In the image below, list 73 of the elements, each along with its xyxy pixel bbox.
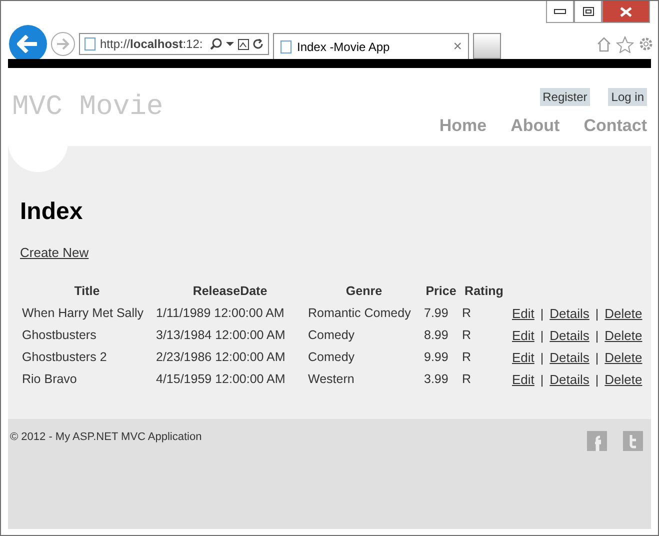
table-cell-text: Comedy bbox=[307, 327, 356, 344]
page-icon bbox=[84, 37, 96, 51]
minimize-button[interactable] bbox=[546, 1, 574, 23]
copyright-text: © 2012 - My ASP.NET MVC Application bbox=[10, 431, 202, 445]
action-link[interactable]: Details bbox=[550, 328, 590, 342]
new-tab-button[interactable] bbox=[473, 33, 501, 59]
forward-button[interactable] bbox=[51, 32, 75, 56]
refresh-icon bbox=[253, 38, 264, 50]
table-cell-text: 7.99 bbox=[423, 305, 450, 322]
dropdown-icon bbox=[226, 42, 234, 46]
star-icon[interactable] bbox=[616, 36, 634, 52]
arrow-left-icon bbox=[17, 35, 39, 53]
close-icon bbox=[620, 6, 632, 16]
action-link[interactable]: Edit bbox=[512, 328, 534, 342]
table-cell-text: Ghostbusters 2 bbox=[21, 349, 108, 366]
action-link[interactable]: Delete bbox=[604, 328, 642, 342]
table-cell-text: Western bbox=[307, 371, 356, 388]
table-cell-text: R bbox=[461, 349, 472, 366]
table-cell-text: 8.99 bbox=[423, 327, 450, 344]
compatibility-icon bbox=[238, 38, 249, 50]
separator: | bbox=[540, 328, 544, 342]
table-cell-text: Rio Bravo bbox=[21, 371, 78, 388]
table-cell-text: R bbox=[461, 327, 472, 344]
table-cell-text: 2/23/1986 12:00:00 AM bbox=[155, 349, 286, 366]
separator: | bbox=[595, 350, 599, 364]
table-cell-text: 9.99 bbox=[423, 349, 450, 366]
column-header: Rating bbox=[464, 283, 504, 300]
page-icon bbox=[280, 40, 292, 54]
page-heading: Index bbox=[20, 198, 84, 226]
account-link[interactable]: Register bbox=[540, 88, 590, 106]
table-cell-text: 4/15/1959 12:00:00 AM bbox=[155, 371, 286, 388]
action-link[interactable]: Delete bbox=[604, 306, 642, 320]
separator: | bbox=[540, 306, 544, 320]
facebook-icon[interactable] bbox=[587, 431, 607, 451]
minimize-icon bbox=[554, 8, 566, 14]
arrow-right-icon bbox=[56, 38, 70, 50]
column-header: Genre bbox=[344, 283, 384, 300]
separator: | bbox=[540, 350, 544, 364]
separator: | bbox=[540, 372, 544, 386]
table-cell-text: Romantic Comedy bbox=[307, 305, 412, 322]
action-link[interactable]: Edit bbox=[512, 372, 534, 386]
maximize-icon bbox=[582, 7, 594, 16]
column-header: Price bbox=[424, 283, 458, 300]
create-new-link[interactable]: Create New bbox=[20, 245, 89, 260]
table-cell-text: When Harry Met Sally bbox=[21, 305, 145, 322]
separator: | bbox=[595, 372, 599, 386]
action-link[interactable]: Edit bbox=[512, 350, 534, 364]
home-icon[interactable] bbox=[596, 36, 612, 52]
settings-icon[interactable] bbox=[638, 36, 654, 52]
tab-close-button[interactable]: × bbox=[453, 38, 462, 55]
table-cell-text: R bbox=[461, 305, 472, 322]
action-link[interactable]: Edit bbox=[512, 306, 534, 320]
close-button[interactable] bbox=[602, 1, 650, 23]
table-cell-text: 1/11/1989 12:00:00 AM bbox=[155, 305, 286, 322]
table-cell-text: Comedy bbox=[307, 349, 356, 366]
twitter-icon[interactable] bbox=[623, 431, 643, 451]
action-link[interactable]: Delete bbox=[604, 372, 642, 386]
table-cell-text: 3/13/1984 12:00:00 AM bbox=[155, 327, 286, 344]
search-icon bbox=[210, 38, 222, 50]
address-field[interactable]: http://localhost:12: bbox=[79, 33, 269, 55]
table-cell-text: Ghostbusters bbox=[21, 327, 98, 344]
table-cell-text: 3.99 bbox=[423, 371, 450, 388]
action-link[interactable]: Details bbox=[550, 372, 590, 386]
column-header: Title bbox=[73, 283, 101, 300]
column-header: ReleaseDate bbox=[192, 283, 268, 300]
table-cell-text: R bbox=[461, 371, 472, 388]
maximize-button[interactable] bbox=[574, 1, 602, 23]
action-link[interactable]: Details bbox=[550, 350, 590, 364]
action-link[interactable]: Delete bbox=[604, 350, 642, 364]
action-link[interactable]: Details bbox=[550, 306, 590, 320]
separator: | bbox=[595, 328, 599, 342]
separator: | bbox=[595, 306, 599, 320]
account-link[interactable]: Log in bbox=[608, 88, 647, 106]
